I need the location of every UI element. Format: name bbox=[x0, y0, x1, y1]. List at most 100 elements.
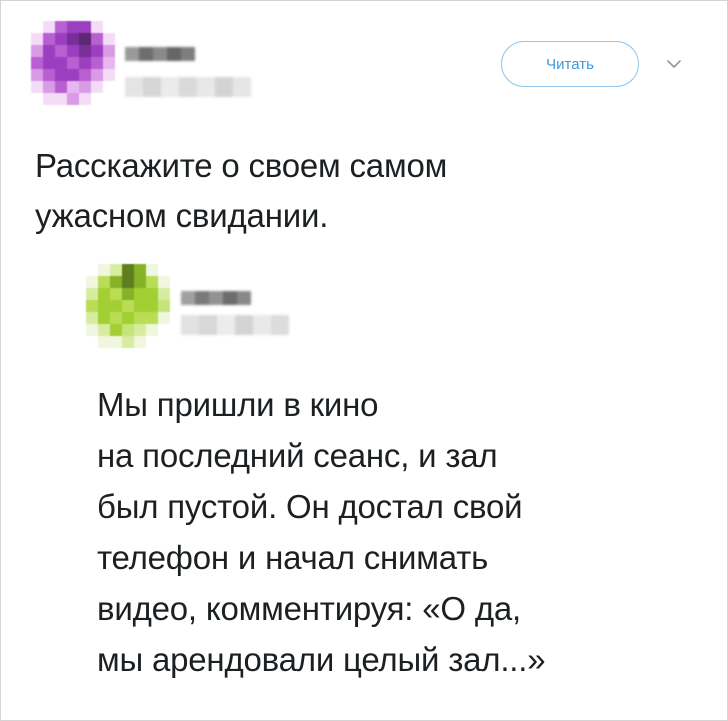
avatar-pixel bbox=[31, 93, 43, 105]
author-name-blurred[interactable] bbox=[125, 47, 195, 61]
avatar-pixel bbox=[31, 33, 43, 45]
avatar-pixel bbox=[146, 288, 158, 300]
avatar-pixel bbox=[79, 93, 91, 105]
avatar-pixel bbox=[98, 300, 110, 312]
avatar-pixel bbox=[86, 324, 98, 336]
avatar-pixel bbox=[134, 264, 146, 276]
avatar-pixel bbox=[110, 288, 122, 300]
reply-text-line: Мы пришли в кино bbox=[97, 386, 379, 423]
avatar-pixel bbox=[55, 21, 67, 33]
screenshot-frame: Читать Расскажите о своем самом ужасном … bbox=[0, 0, 728, 721]
avatar-pixel bbox=[146, 276, 158, 288]
avatar-pixel bbox=[158, 300, 170, 312]
avatar-pixel bbox=[122, 300, 134, 312]
tweet-text-line: ужасном свидании. bbox=[35, 197, 329, 234]
author-avatar[interactable] bbox=[31, 21, 115, 105]
avatar-pixel bbox=[55, 69, 67, 81]
reply-author-handle-blurred bbox=[181, 315, 289, 335]
avatar-pixel bbox=[31, 21, 43, 33]
avatar-pixel bbox=[103, 69, 115, 81]
avatar-pixel bbox=[86, 312, 98, 324]
avatar-pixel bbox=[43, 45, 55, 57]
reply-author-avatar[interactable] bbox=[86, 264, 170, 348]
avatar-pixel bbox=[122, 276, 134, 288]
avatar-pixel bbox=[146, 300, 158, 312]
avatar-pixel bbox=[158, 324, 170, 336]
avatar-pixel bbox=[146, 264, 158, 276]
avatar-pixel bbox=[122, 336, 134, 348]
avatar-pixel bbox=[103, 33, 115, 45]
avatar-pixel bbox=[67, 33, 79, 45]
avatar-pixel bbox=[67, 45, 79, 57]
avatar-pixel bbox=[134, 312, 146, 324]
avatar-pixel bbox=[134, 276, 146, 288]
avatar-pixel bbox=[146, 324, 158, 336]
reply-text-line: видео, комментируя: «О да, bbox=[97, 590, 522, 627]
avatar-pixel bbox=[79, 69, 91, 81]
avatar-pixel bbox=[43, 33, 55, 45]
follow-button[interactable]: Читать bbox=[501, 41, 639, 87]
avatar-pixel bbox=[86, 264, 98, 276]
avatar-pixel bbox=[91, 93, 103, 105]
avatar-pixel bbox=[158, 264, 170, 276]
avatar-pixel bbox=[122, 288, 134, 300]
reply-text-line: на последний сеанс, и зал bbox=[97, 437, 498, 474]
tweet-text: Расскажите о своем самом ужасном свидани… bbox=[35, 141, 635, 241]
avatar-pixel bbox=[31, 69, 43, 81]
avatar-pixel bbox=[55, 45, 67, 57]
reply-text: Мы пришли в кино на последний сеанс, и з… bbox=[97, 379, 697, 685]
avatar-pixel bbox=[55, 57, 67, 69]
avatar-pixel bbox=[67, 21, 79, 33]
avatar-pixel bbox=[122, 264, 134, 276]
avatar-pixel bbox=[91, 57, 103, 69]
avatar-pixel bbox=[103, 81, 115, 93]
avatar-pixel bbox=[91, 69, 103, 81]
avatar-pixel bbox=[110, 324, 122, 336]
avatar-pixel bbox=[98, 288, 110, 300]
avatar-pixel bbox=[134, 288, 146, 300]
avatar-pixel bbox=[146, 312, 158, 324]
avatar-pixel bbox=[86, 276, 98, 288]
avatar-pixel bbox=[91, 21, 103, 33]
avatar-pixel bbox=[79, 21, 91, 33]
reply-author-name-blurred[interactable] bbox=[181, 291, 251, 305]
avatar-pixel bbox=[134, 336, 146, 348]
avatar-pixel bbox=[158, 288, 170, 300]
avatar-pixel bbox=[110, 312, 122, 324]
chevron-down-icon[interactable] bbox=[665, 57, 683, 71]
avatar-pixel bbox=[134, 300, 146, 312]
avatar-pixel bbox=[67, 93, 79, 105]
avatar-pixel bbox=[43, 93, 55, 105]
avatar-pixel bbox=[43, 81, 55, 93]
avatar-pixel bbox=[103, 93, 115, 105]
avatar-pixel bbox=[91, 45, 103, 57]
avatar-pixel bbox=[79, 57, 91, 69]
avatar-pixel bbox=[158, 336, 170, 348]
avatar-pixel bbox=[67, 57, 79, 69]
avatar-pixel bbox=[98, 324, 110, 336]
avatar-pixel bbox=[55, 81, 67, 93]
avatar-pixel bbox=[122, 312, 134, 324]
avatar-pixel bbox=[86, 336, 98, 348]
avatar-pixel bbox=[43, 69, 55, 81]
reply-text-line: мы арендовали целый зал...» bbox=[97, 641, 546, 678]
avatar-pixel bbox=[103, 57, 115, 69]
avatar-pixel bbox=[79, 33, 91, 45]
avatar-pixel bbox=[98, 264, 110, 276]
avatar-pixel bbox=[79, 81, 91, 93]
avatar-pixel bbox=[31, 81, 43, 93]
avatar-pixel bbox=[79, 45, 91, 57]
avatar-pixel bbox=[31, 45, 43, 57]
avatar-pixel bbox=[110, 336, 122, 348]
avatar-pixel bbox=[98, 312, 110, 324]
avatar-pixel bbox=[103, 21, 115, 33]
avatar-pixel bbox=[91, 33, 103, 45]
avatar-pixel bbox=[103, 45, 115, 57]
reply-text-line: телефон и начал снимать bbox=[97, 539, 489, 576]
avatar-pixel bbox=[55, 93, 67, 105]
avatar-pixel bbox=[110, 276, 122, 288]
avatar-pixel bbox=[146, 336, 158, 348]
avatar-pixel bbox=[98, 336, 110, 348]
avatar-pixel bbox=[31, 57, 43, 69]
avatar-pixel bbox=[55, 33, 67, 45]
